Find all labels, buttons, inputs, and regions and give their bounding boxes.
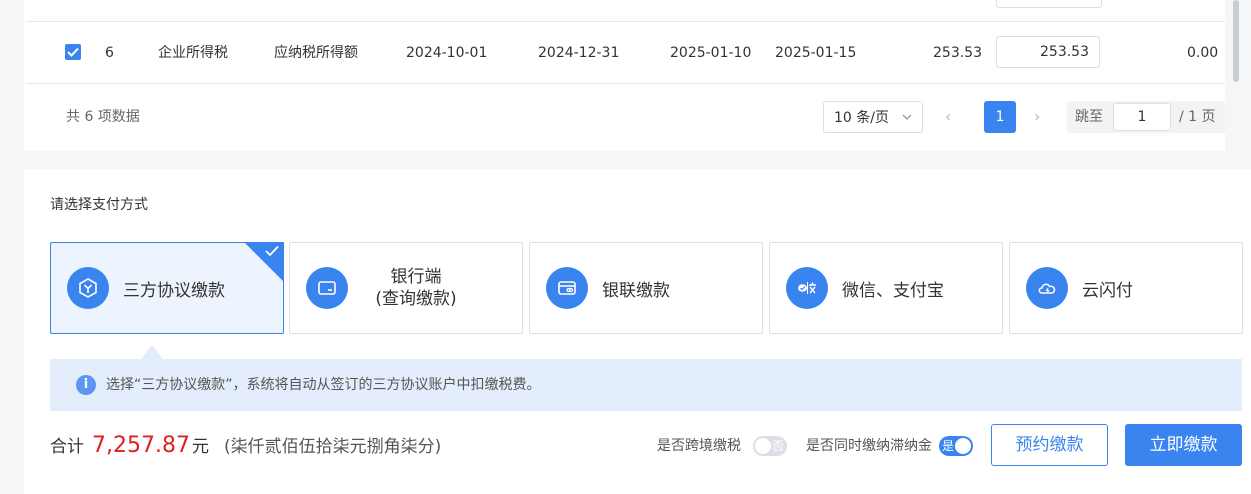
cross-border-toggle[interactable]: 否 [753,436,787,456]
row-checkbox[interactable] [65,44,81,60]
pay-method-label: 三方协议缴款 [123,280,225,301]
cross-border-label: 是否跨境缴税 [657,438,741,454]
unionpay-card-icon [546,267,588,309]
page-number-button[interactable]: 1 [984,101,1016,133]
pay-method-unionpay[interactable]: 银联缴款 [529,242,763,334]
toggle-knob [755,438,771,454]
row-payable: 253.53 [933,45,982,61]
pay-method-label-line2: (查询缴款) [375,289,457,309]
row-declare-date: 2025-01-10 [670,45,752,61]
hexagon-y-icon [67,267,109,309]
toggle-text: 是 [942,439,955,453]
row-divider [26,83,1225,84]
pay-method-tripartite[interactable]: 三方协议缴款 [50,242,284,334]
pay-method-label: 微信、支付宝 [842,280,944,301]
late-fee-label: 是否同时缴纳滞纳金 [806,438,932,454]
page-size-select[interactable]: 10 条/页 [823,101,923,133]
table-summary: 共 6 项数据 [66,109,140,125]
total-label: 合计 [50,437,84,457]
pay-method-bank[interactable]: 银行端 (查询缴款) [289,242,523,334]
row-pay-amount-input[interactable]: 253.53 [996,36,1100,68]
next-page-button[interactable]: › [1034,107,1040,126]
tax-table-panel [24,0,1225,151]
row-period-end: 2024-12-31 [538,45,620,61]
prev-page-button[interactable]: ‹ [945,107,951,126]
chevron-down-icon [902,108,912,129]
check-icon [265,245,279,257]
row-index: 6 [105,45,114,61]
total-amount-chinese: (柒仟贰佰伍拾柒元捌角柒分) [224,437,442,457]
jump-label: 跳至 [1075,109,1103,125]
payment-info-bar: i 选择“三方协议缴款”，系统将自动从签订的三方协议账户中扣缴税费。 [50,359,1242,411]
row-period-start: 2024-10-01 [406,45,488,61]
row-deadline: 2025-01-15 [775,45,857,61]
reserve-payment-button[interactable]: 预约缴款 [991,424,1108,466]
cloud-pay-icon [1026,267,1068,309]
pay-method-label: 银联缴款 [602,280,670,301]
row-tax-item: 应纳税所得额 [274,45,358,61]
page-size-value: 10 条/页 [834,110,889,126]
late-fee-toggle[interactable]: 是 [939,436,973,456]
row-balance: 0.00 [1187,45,1219,61]
pay-method-label-line1: 银行端 [390,267,442,287]
pay-method-wechat-alipay[interactable]: 微信、支付宝 [769,242,1003,334]
card-icon [306,267,348,309]
row-tax-type: 企业所得税 [158,45,228,61]
toggle-text: 否 [771,439,784,453]
info-icon: i [76,375,96,395]
table-scrollbar[interactable] [1233,0,1239,82]
payment-title: 请选择支付方式 [50,197,148,213]
total-amount: 7,257.87 [92,433,190,458]
payment-info-text: 选择“三方协议缴款”，系统将自动从签订的三方协议账户中扣缴税费。 [106,377,541,393]
check-icon [67,47,79,57]
pay-method-label: 云闪付 [1082,280,1133,301]
previous-row-amount-input[interactable] [996,0,1102,8]
total-pages: / 1 页 [1179,109,1216,125]
row-divider [26,21,1225,22]
toggle-knob [955,438,971,454]
wechat-alipay-icon [786,267,828,309]
page-jumper: 跳至 1 / 1 页 [1067,101,1225,133]
jump-page-input[interactable]: 1 [1113,103,1171,131]
pay-now-button[interactable]: 立即缴款 [1125,424,1242,466]
total-unit: 元 [192,437,209,457]
selection-pointer [141,345,163,359]
pay-method-cloud-quickpass[interactable]: 云闪付 [1009,242,1243,334]
pay-method-label: 银行端 (查询缴款) [350,243,482,333]
